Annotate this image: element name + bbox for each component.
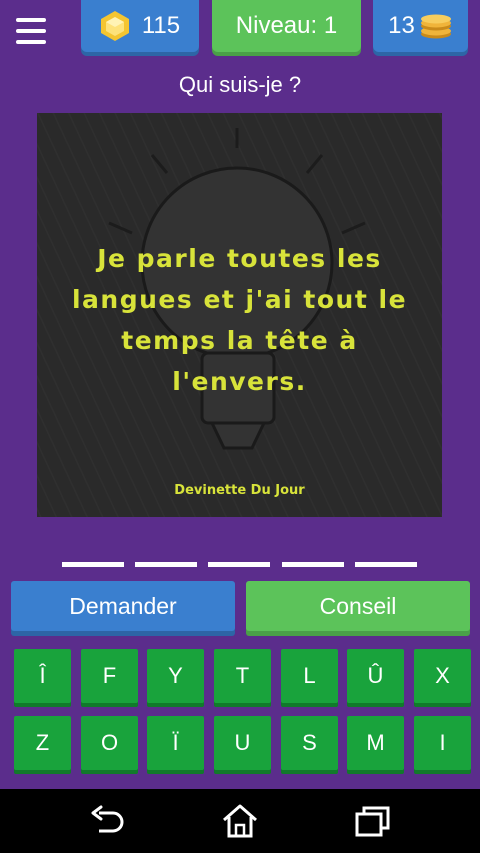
letter-key[interactable]: O (81, 716, 138, 770)
gems-count: 115 (141, 12, 181, 39)
letter-key[interactable]: F (81, 649, 138, 703)
system-nav-bar (0, 789, 480, 853)
hexagon-gem-icon (100, 11, 129, 41)
answer-slot[interactable] (282, 562, 344, 567)
level-badge: Niveau: 1 (212, 0, 361, 52)
letter-key[interactable]: Î (14, 649, 71, 703)
coins-counter[interactable]: 13 (373, 0, 468, 52)
hamburger-icon-line (16, 40, 46, 44)
letter-key[interactable]: I (414, 716, 471, 770)
letter-key[interactable]: Y (147, 649, 204, 703)
menu-button[interactable] (12, 14, 50, 48)
answer-slot[interactable] (135, 562, 197, 567)
letter-key[interactable]: U (214, 716, 271, 770)
top-bar: 115 Niveau: 1 13 (0, 0, 480, 60)
ask-button[interactable]: Demander (11, 581, 235, 631)
hint-button[interactable]: Conseil (246, 581, 470, 631)
home-icon[interactable] (220, 803, 260, 839)
letter-key[interactable]: Z (14, 716, 71, 770)
riddle-image: Je parle toutes les langues et j'ai tout… (37, 113, 442, 517)
gems-counter[interactable]: 115 (81, 0, 199, 52)
letter-key[interactable]: X (414, 649, 471, 703)
level-label: Niveau: 1 (235, 12, 338, 39)
letter-key[interactable]: Û (347, 649, 404, 703)
riddle-source: Devinette Du Jour (174, 483, 305, 498)
coin-stack-icon (420, 14, 451, 39)
question-title: Qui suis-je ? (178, 72, 302, 97)
coins-count: 13 (388, 12, 415, 39)
recent-apps-icon[interactable] (353, 803, 393, 839)
answer-slot[interactable] (208, 562, 270, 567)
hamburger-icon-line (16, 18, 46, 22)
letter-key[interactable]: M (347, 716, 404, 770)
letter-key[interactable]: L (281, 649, 338, 703)
riddle-text: Je parle toutes les langues et j'ai tout… (71, 244, 408, 396)
answer-slot[interactable] (355, 562, 417, 567)
back-icon[interactable] (87, 803, 127, 839)
answer-slot[interactable] (62, 562, 124, 567)
hamburger-icon-line (16, 29, 46, 33)
letter-key[interactable]: Ï (147, 716, 204, 770)
letter-key[interactable]: S (281, 716, 338, 770)
letter-key[interactable]: T (214, 649, 271, 703)
answer-slots (0, 562, 480, 568)
